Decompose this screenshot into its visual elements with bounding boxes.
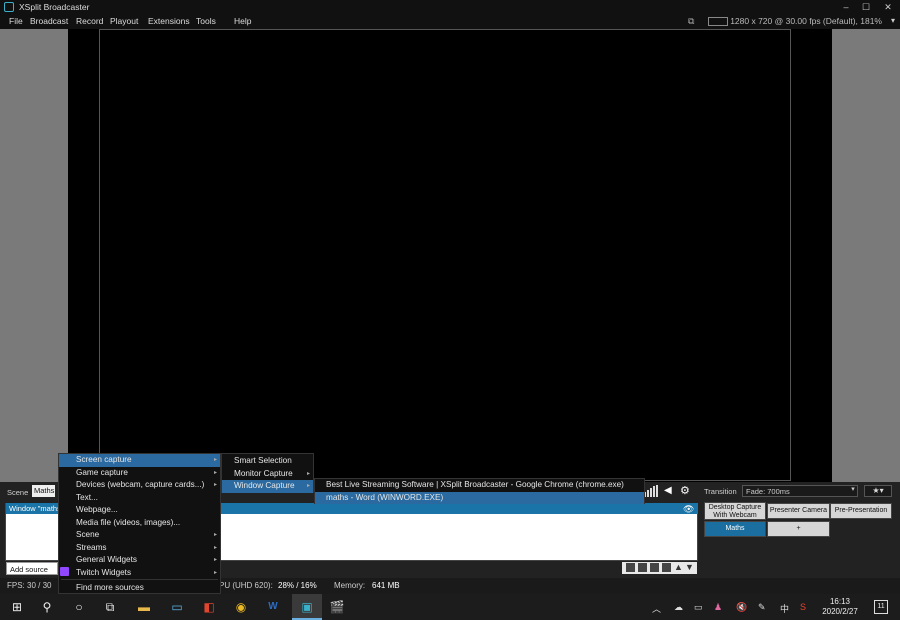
scene-button-desktop-capture[interactable]: Desktop Capture With Webcam: [704, 502, 766, 520]
tray-app-icon[interactable]: ▭: [694, 602, 703, 613]
fit-icon[interactable]: [650, 563, 659, 572]
window-title: XSplit Broadcaster: [19, 2, 90, 12]
windows-start-icon[interactable]: ⊞: [9, 599, 25, 615]
transition-select[interactable]: Fade: 700ms: [742, 485, 858, 497]
screen-capture-submenu: Smart Selection Monitor Capture ▸ Window …: [221, 453, 314, 493]
scene-button-pre-presentation[interactable]: Pre-Presentation: [830, 503, 892, 519]
onedrive-icon[interactable]: ☁: [674, 602, 683, 613]
menu-item-twitch-widgets[interactable]: Twitch Widgets ▸: [59, 567, 220, 580]
move-down-icon[interactable]: ▼: [685, 562, 694, 572]
title-bar: XSplit Broadcaster – ☐ ✕: [0, 0, 900, 14]
fps-readout: FPS: 30 / 30: [7, 581, 52, 590]
chevron-down-icon[interactable]: ▾: [848, 485, 858, 497]
xsplit-taskbar-icon: ▣: [301, 600, 313, 614]
resolution-dropdown-icon[interactable]: ▾: [891, 16, 895, 25]
menu-item-devices[interactable]: Devices (webcam, capture cards...) ▸: [59, 479, 220, 492]
menu-item-game-capture[interactable]: Game capture ▸: [59, 467, 220, 480]
source-row-label: Window "maths: [9, 504, 61, 513]
word-icon[interactable]: W: [265, 599, 281, 615]
scene-name-tab[interactable]: Maths: [32, 485, 55, 497]
sogou-icon[interactable]: S: [800, 602, 806, 612]
mute-volume-icon[interactable]: 🔇: [736, 602, 747, 613]
ime-indicator[interactable]: 中: [780, 602, 789, 615]
chrome-icon[interactable]: ◉: [233, 599, 249, 615]
menu-extensions[interactable]: Extensions: [148, 16, 190, 26]
menu-playout[interactable]: Playout: [110, 16, 138, 26]
menu-item-general-widgets[interactable]: General Widgets ▸: [59, 554, 220, 567]
menu-item-screen-capture[interactable]: Screen capture ▸: [59, 454, 220, 467]
lock-icon[interactable]: [638, 563, 647, 572]
xsplit-logo-icon: [4, 2, 14, 12]
gpu-value: 28% / 16%: [278, 581, 317, 590]
resolution-info[interactable]: 1280 x 720 @ 30.00 fps (Default), 181%: [730, 16, 882, 26]
clapper-icon[interactable]: 🎬: [329, 599, 345, 615]
add-scene-button[interactable]: +: [767, 521, 830, 537]
memory-label: Memory:: [334, 581, 366, 590]
menu-record[interactable]: Record: [76, 16, 103, 26]
clock-date[interactable]: 2020/2/27: [818, 607, 862, 616]
menu-file[interactable]: File: [9, 16, 23, 26]
gpu-label: PU (UHD 620):: [219, 581, 273, 590]
action-center-icon[interactable]: 11: [874, 600, 888, 614]
volume-meter-icon: [644, 485, 658, 497]
add-source-menu: Screen capture ▸ Game capture ▸ Devices (w…: [58, 453, 221, 594]
star-transition-button[interactable]: ★▾: [864, 485, 892, 497]
menu-bar: File Broadcast Record Playout Extensions…: [0, 14, 900, 29]
menu-tools[interactable]: Tools: [196, 16, 216, 26]
menu-item-scene[interactable]: Scene ▸: [59, 529, 220, 542]
clock-time[interactable]: 16:13: [820, 597, 860, 606]
menu-divider: [61, 579, 218, 580]
close-button[interactable]: ✕: [874, 0, 900, 14]
task-view-icon[interactable]: ⧉: [102, 599, 118, 615]
menu-item-monitor-capture[interactable]: Monitor Capture ▸: [222, 468, 313, 481]
window-capture-submenu: Best Live Streaming Software | XSplit Br…: [314, 478, 645, 504]
scene-label: Scene: [7, 488, 29, 497]
scene-button-presenter-camera[interactable]: Presenter Camera: [767, 503, 830, 519]
share-icon[interactable]: ⧉: [688, 16, 698, 26]
settings-gear-icon[interactable]: ⚙: [680, 484, 690, 497]
memory-value: 641 MB: [372, 581, 400, 590]
move-up-icon[interactable]: ▲: [674, 562, 683, 572]
scene-button-maths[interactable]: Maths: [704, 521, 766, 537]
menu-item-window-chrome[interactable]: Best Live Streaming Software | XSplit Br…: [315, 479, 644, 492]
menu-item-find-more-sources[interactable]: Find more sources: [59, 582, 220, 595]
workspace-right-margin: [832, 29, 900, 482]
tray-app-icon-2[interactable]: ♟: [714, 602, 722, 613]
menu-item-window-word[interactable]: maths - Word (WINWORD.EXE): [315, 491, 644, 504]
add-source-button[interactable]: Add source: [6, 562, 58, 575]
menu-item-webpage[interactable]: Webpage...: [59, 504, 220, 517]
settings-source-icon[interactable]: [662, 563, 671, 572]
speaker-icon[interactable]: ◀: [664, 485, 672, 496]
monitor-icon: [708, 17, 728, 26]
twitch-icon: [60, 567, 69, 576]
menu-item-media-file[interactable]: Media file (videos, images)...: [59, 517, 220, 530]
menu-item-streams[interactable]: Streams ▸: [59, 542, 220, 555]
app-icon-laptop[interactable]: ▭: [169, 599, 185, 615]
workspace-left-margin: [0, 29, 68, 482]
menu-help[interactable]: Help: [234, 16, 251, 26]
search-icon[interactable]: ⚲: [39, 599, 55, 615]
cortana-icon[interactable]: ○: [71, 599, 87, 615]
transition-label: Transition: [704, 487, 737, 496]
visibility-eye-icon[interactable]: 👁: [683, 504, 694, 515]
tray-chevron-up-icon[interactable]: ︿: [652, 602, 661, 615]
menu-broadcast[interactable]: Broadcast: [30, 16, 68, 26]
windows-taskbar: ⊞ ⚲ ○ ⧉ ▬ ▭ ◧ ◉ W ▣ 🎬 ︿ ☁ ▭ ♟ 🔇 ✎ 中 S 16…: [0, 594, 900, 620]
preview-canvas[interactable]: [99, 29, 791, 481]
source-toolbar: ▲ ▼: [622, 562, 697, 574]
folder-icon[interactable]: [626, 563, 635, 572]
menu-item-window-capture[interactable]: Window Capture ▸: [222, 480, 313, 493]
file-explorer-icon[interactable]: ▬: [136, 599, 152, 615]
menu-item-smart-selection[interactable]: Smart Selection: [222, 455, 313, 468]
menu-item-text[interactable]: Text...: [59, 492, 220, 505]
office-icon[interactable]: ◧: [201, 599, 217, 615]
pen-icon[interactable]: ✎: [758, 602, 766, 613]
